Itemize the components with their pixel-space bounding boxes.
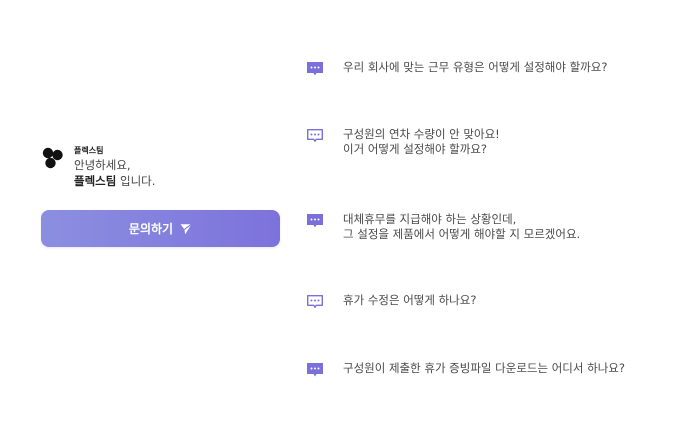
greeting-intro: 플렉스팀 입니다. — [74, 173, 155, 189]
greeting-message: 플렉스팀 안녕하세요, 플렉스팀 입니다. — [41, 142, 281, 189]
chat-filled-icon — [307, 214, 323, 228]
inquiry-button[interactable]: 문의하기 — [41, 210, 280, 247]
inquiry-button-label: 문의하기 — [128, 222, 174, 236]
chat-filled-icon — [307, 62, 323, 76]
greeting-suffix: 입니다. — [116, 174, 156, 188]
faq-question: 대체휴무를 지급해야 하는 상황인데, 그 설정을 제품에서 어떻게 해야할 지… — [343, 212, 581, 241]
send-icon — [180, 223, 192, 234]
greeting-line: 안녕하세요, — [74, 158, 131, 172]
faq-item-work-type[interactable]: 우리 회사에 맞는 근무 유형은 어떻게 설정해야 할까요? — [306, 60, 607, 78]
faq-question: 휴가 수정은 어떻게 하나요? — [343, 293, 477, 307]
faq-item-leave-count[interactable]: 구성원의 연차 수량이 안 맞아요! 이거 어떻게 설정해야 할까요? — [306, 127, 500, 157]
faq-item-substitute-holiday[interactable]: 대체휴무를 지급해야 하는 상황인데, 그 설정을 제품에서 어떻게 해야할 지… — [306, 212, 580, 242]
faq-question: 구성원이 제출한 휴가 증빙파일 다운로드는 어디서 하나요? — [343, 361, 625, 375]
team-name: 플렉스팀 — [74, 146, 104, 155]
greeting-name: 플렉스팀 — [74, 174, 117, 188]
faq-item-leave-edit[interactable]: 휴가 수정은 어떻게 하나요? — [306, 293, 476, 311]
chat-outline-icon — [307, 129, 323, 142]
greeting-text: 플렉스팀 안녕하세요, 플렉스팀 입니다. — [74, 142, 155, 189]
faq-question: 구성원의 연차 수량이 안 맞아요! 이거 어떻게 설정해야 할까요? — [343, 127, 500, 156]
faq-item-proof-download[interactable]: 구성원이 제출한 휴가 증빙파일 다운로드는 어디서 하나요? — [306, 361, 625, 379]
greeting-panel: 플렉스팀 안녕하세요, 플렉스팀 입니다. — [41, 142, 281, 189]
chat-outline-icon — [307, 295, 323, 308]
flex-logo-icon — [42, 147, 63, 169]
chat-filled-icon — [307, 363, 323, 377]
faq-question: 우리 회사에 맞는 근무 유형은 어떻게 설정해야 할까요? — [343, 60, 608, 74]
